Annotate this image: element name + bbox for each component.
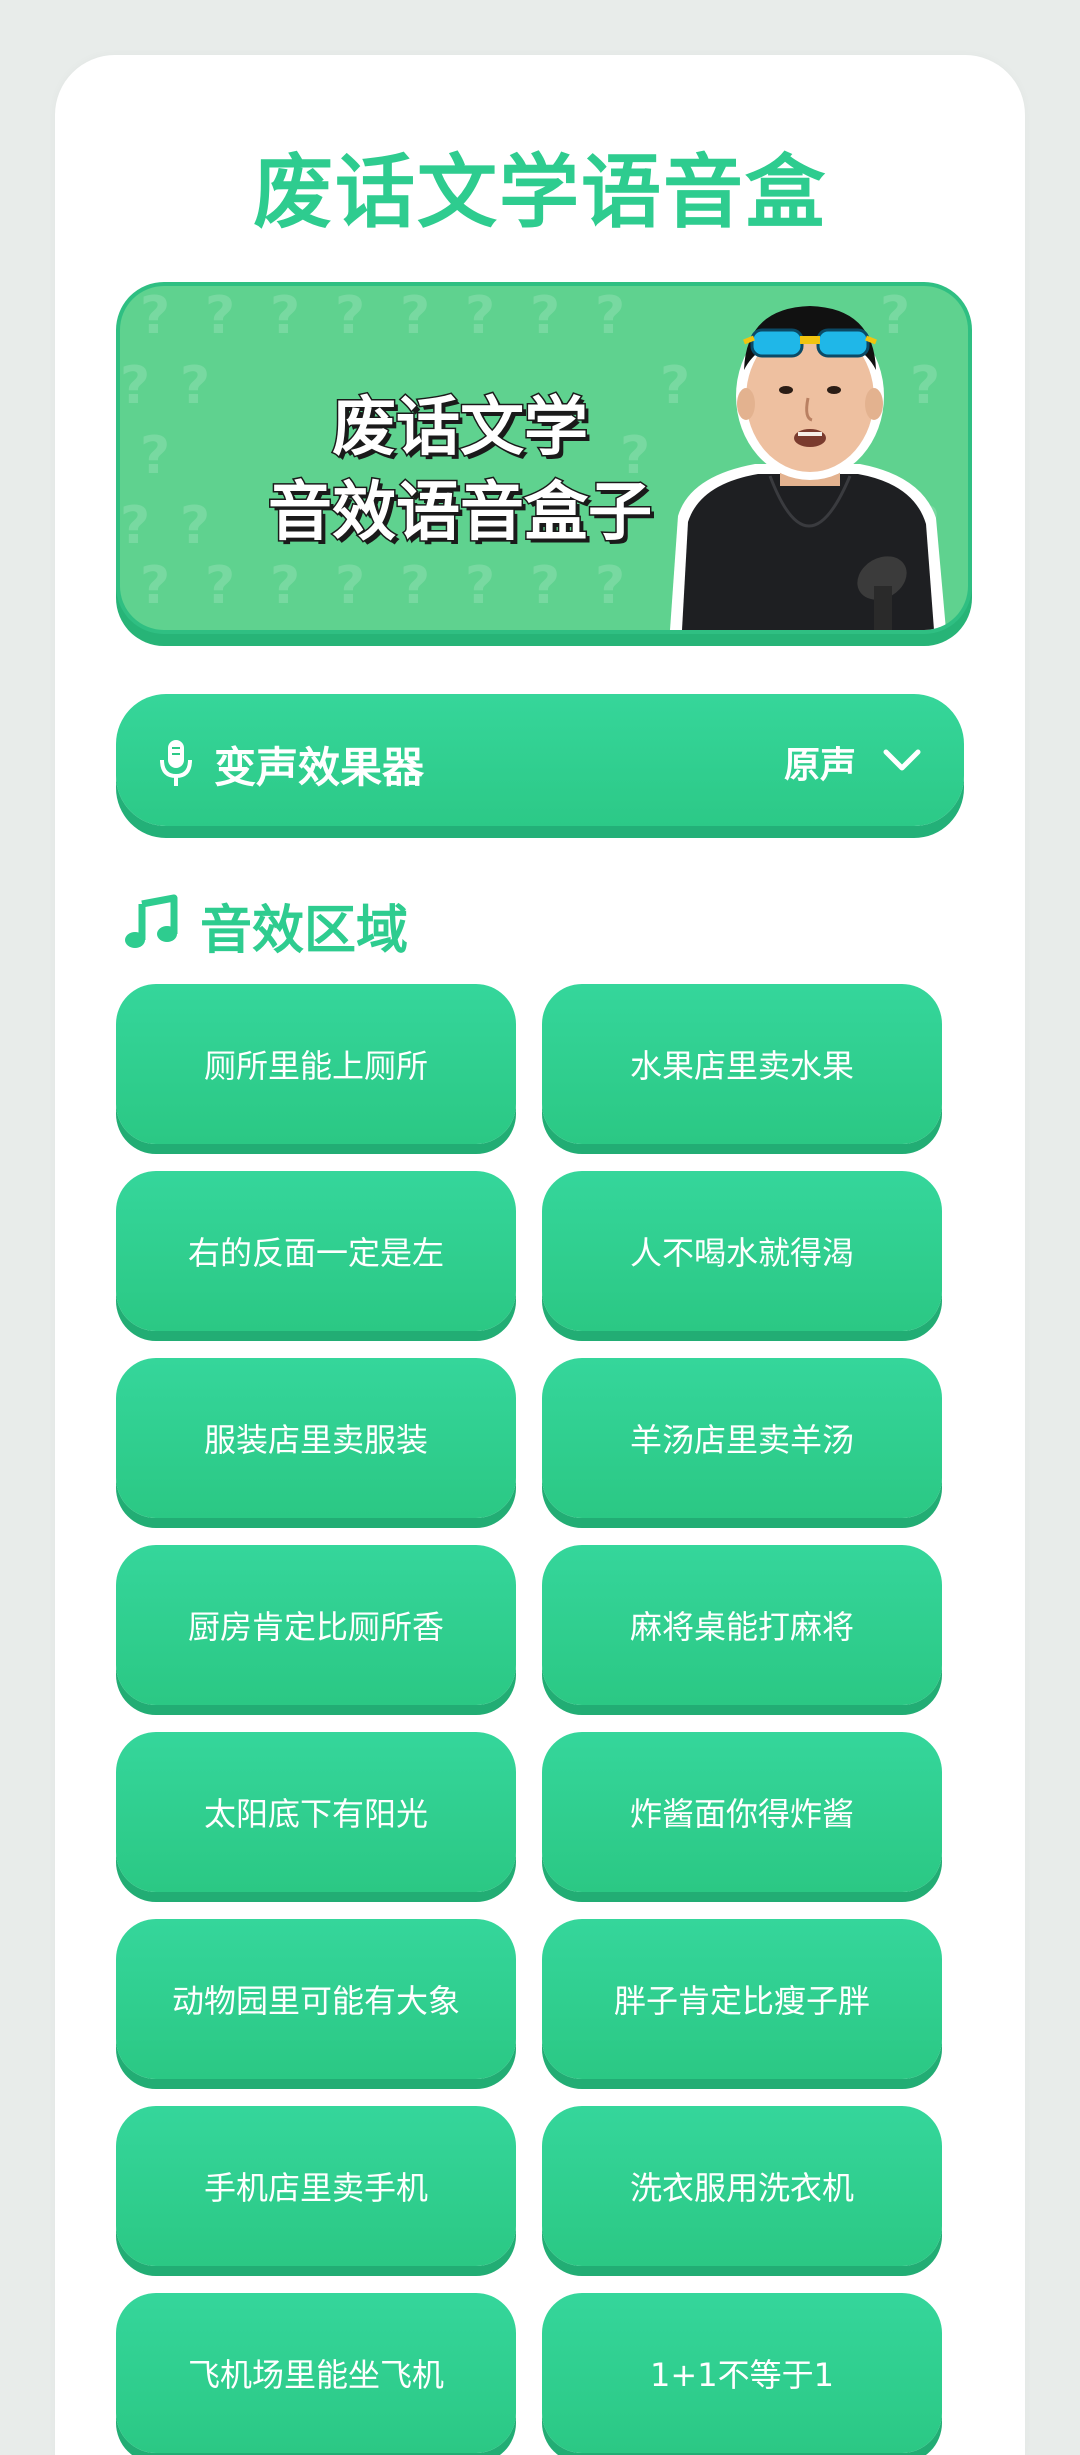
question-mark-pattern: ? <box>400 556 431 616</box>
sound-button[interactable]: 手机店里卖手机 <box>116 2106 516 2266</box>
question-mark-pattern: ? <box>335 556 366 616</box>
question-mark-pattern: ? <box>205 556 236 616</box>
question-mark-pattern: ? <box>335 286 366 346</box>
question-mark-pattern: ? <box>180 496 211 556</box>
banner-title-line2: 音效语音盒子 <box>267 475 654 552</box>
question-mark-pattern: ? <box>140 286 171 346</box>
person-illustration <box>670 306 946 630</box>
voice-changer-label: 变声效果器 <box>214 743 425 792</box>
microphone-icon <box>160 740 192 786</box>
sound-button[interactable]: 羊汤店里卖羊汤 <box>542 1358 942 1518</box>
sound-button[interactable]: 动物园里可能有大象 <box>116 1919 516 2079</box>
question-mark-pattern: ? <box>120 356 151 416</box>
page-title: 废话文学语音盒 <box>253 146 827 239</box>
question-mark-pattern: ? <box>465 286 496 346</box>
sound-button[interactable]: 厨房肯定比厕所香 <box>116 1545 516 1705</box>
sound-button[interactable]: 厕所里能上厕所 <box>116 984 516 1144</box>
sound-button[interactable]: 1+1不等于1 <box>542 2293 942 2453</box>
question-mark-pattern: ? <box>140 426 171 486</box>
question-mark-pattern: ? <box>205 286 236 346</box>
question-mark-pattern: ? <box>400 286 431 346</box>
sound-button[interactable]: 胖子肯定比瘦子胖 <box>542 1919 942 2079</box>
voice-changer-selector[interactable]: 变声效果器 原声 <box>116 694 964 826</box>
question-mark-pattern: ? <box>140 556 171 616</box>
question-mark-pattern: ? <box>530 286 561 346</box>
sound-button[interactable]: 人不喝水就得渴 <box>542 1171 942 1331</box>
section-title: 音效区域 <box>200 901 409 961</box>
question-mark-pattern: ? <box>180 356 211 416</box>
question-mark-pattern: ? <box>595 286 626 346</box>
sound-button[interactable]: 麻将桌能打麻将 <box>542 1545 942 1705</box>
sound-button[interactable]: 洗衣服用洗衣机 <box>542 2106 942 2266</box>
question-mark-pattern: ? <box>530 556 561 616</box>
voice-changer-value: 原声 <box>783 745 856 786</box>
question-mark-pattern: ? <box>270 556 301 616</box>
question-mark-pattern: ? <box>595 556 626 616</box>
chevron-down-icon <box>883 749 921 771</box>
banner[interactable]: ? ? ? ? ? ? ? ? ? ? ? ? ? ? ? ? ? ? ? ? … <box>116 282 972 634</box>
banner-title-line1: 废话文学 <box>331 390 590 467</box>
sound-button[interactable]: 太阳底下有阳光 <box>116 1732 516 1892</box>
question-mark-pattern: ? <box>465 556 496 616</box>
sound-button[interactable]: 飞机场里能坐飞机 <box>116 2293 516 2453</box>
sound-button[interactable]: 服装店里卖服装 <box>116 1358 516 1518</box>
sound-button[interactable]: 水果店里卖水果 <box>542 984 942 1144</box>
sound-button[interactable]: 右的反面一定是左 <box>116 1171 516 1331</box>
music-note-icon <box>125 894 178 948</box>
question-mark-pattern: ? <box>270 286 301 346</box>
question-mark-pattern: ? <box>120 496 151 556</box>
sound-button[interactable]: 炸酱面你得炸酱 <box>542 1732 942 1892</box>
